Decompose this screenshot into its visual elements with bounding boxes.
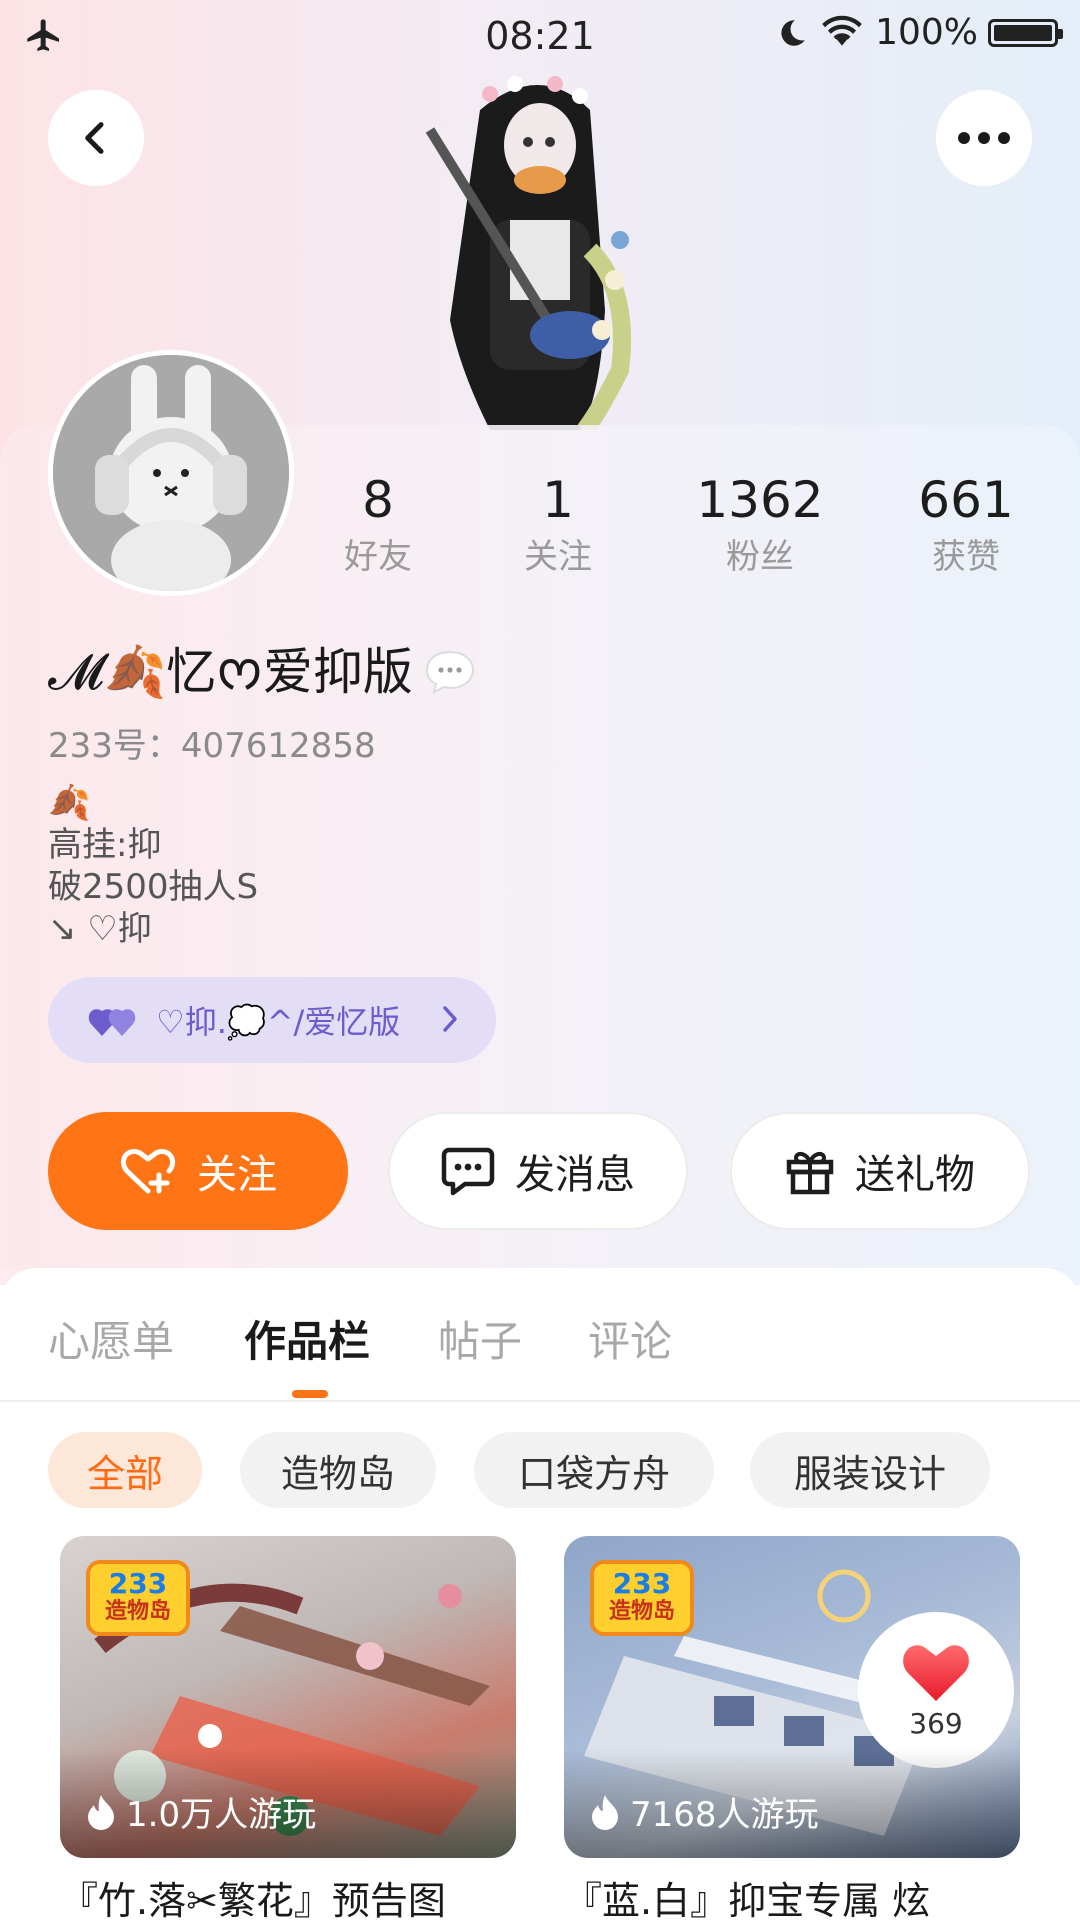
work-title[interactable]: 『蓝.白』抑宝专属 炫 (564, 1870, 1034, 1925)
message-button-label: 发消息 (515, 1152, 635, 1198)
play-count-label: 1.0万人游玩 (126, 1795, 317, 1835)
profile-nickname: 𝓜🍂忆ᰔ爱抑版 (48, 643, 413, 701)
stat-following[interactable]: 1 关注 (468, 470, 648, 580)
flame-icon (88, 1794, 114, 1830)
play-count: 7168人游玩 (590, 1787, 819, 1836)
status-bar: 08:21 100% (0, 0, 1080, 76)
badge-number: 233 (612, 1567, 672, 1600)
follow-button-label: 关注 (197, 1152, 277, 1198)
stat-friends[interactable]: 8 好友 (288, 470, 468, 580)
badge-text: 造物岛 (104, 1599, 171, 1624)
follow-button[interactable]: 关注 (48, 1112, 348, 1230)
profile-tabs: 心愿单 作品栏 帖子 评论 (0, 1268, 1080, 1402)
stat-following-label: 关注 (524, 537, 592, 577)
back-button[interactable] (48, 90, 144, 186)
content-panel: 心愿单 作品栏 帖子 评论 全部 造物岛 口袋方舟 服装设计 233 造物岛 1… (0, 1268, 1080, 1923)
wifi-icon (822, 15, 862, 46)
like-badge[interactable]: 369 (858, 1612, 1014, 1768)
badge-text: 造物岛 (608, 1599, 675, 1624)
zaowudao-badge: 233 造物岛 (86, 1560, 190, 1636)
tab-comments[interactable]: 评论 (588, 1308, 672, 1369)
stat-friends-value: 8 (362, 471, 394, 529)
bio-line: 破2500抽人S (48, 867, 259, 907)
tab-active-indicator (292, 1390, 328, 1398)
tribe-label: ♡抑.💭^/爱忆版 (156, 1003, 401, 1041)
chevron-left-icon (85, 122, 104, 154)
gift-button-label: 送礼物 (855, 1152, 975, 1198)
more-button[interactable] (936, 90, 1032, 186)
stat-fans-value: 1362 (696, 471, 824, 529)
gift-button[interactable]: 送礼物 (730, 1112, 1030, 1230)
chat-icon (441, 1147, 495, 1196)
filter-all[interactable]: 全部 (48, 1432, 202, 1508)
user-id: 233号：407612858 (48, 726, 376, 766)
more-dots-icon (958, 132, 1010, 144)
character-figure-image (425, 76, 631, 430)
bio-line: 🍂 (48, 783, 91, 823)
tab-wishlist[interactable]: 心愿单 (48, 1308, 174, 1369)
zaowudao-badge: 233 造物岛 (590, 1560, 694, 1636)
stat-fans-label: 粉丝 (726, 537, 794, 577)
gift-icon (786, 1151, 834, 1195)
badge-number: 233 (108, 1567, 168, 1600)
tab-posts[interactable]: 帖子 (438, 1308, 522, 1369)
work-title[interactable]: 『竹.落✂繁花』预告图 (60, 1870, 530, 1925)
avatar[interactable] (48, 350, 294, 596)
profile-nickname-row: 𝓜🍂忆ᰔ爱抑版 (48, 632, 477, 712)
work-filters: 全部 造物岛 口袋方舟 服装设计 (0, 1432, 1080, 1512)
work-card[interactable]: 233 造物岛 369 7168人游玩 (564, 1536, 1020, 1858)
avatar-bunny-image (53, 355, 289, 591)
work-card[interactable]: 233 造物岛 1.0万人游玩 (60, 1536, 516, 1858)
bio-line: 高挂:抑 (48, 825, 162, 865)
stat-likes[interactable]: 661 获赞 (876, 470, 1056, 580)
filter-zaowudao[interactable]: 造物岛 (240, 1432, 436, 1508)
profile-bio: 🍂 高挂:抑 破2500抽人S ↘ ♡抑 (48, 782, 258, 950)
filter-pocket-ark[interactable]: 口袋方舟 (474, 1432, 714, 1508)
like-count: 369 (909, 1706, 963, 1740)
stat-likes-label: 获赞 (932, 537, 1000, 577)
double-heart-icon (88, 1009, 136, 1036)
chat-bubble-icon (425, 650, 474, 694)
heart-icon (903, 1644, 969, 1701)
stat-fans[interactable]: 1362 粉丝 (670, 470, 850, 580)
bio-line: ↘ ♡抑 (48, 909, 152, 949)
play-count: 1.0万人游玩 (86, 1787, 316, 1836)
filter-fashion-design[interactable]: 服装设计 (750, 1432, 990, 1508)
stat-following-value: 1 (542, 471, 574, 529)
profile-actions: 关注 发消息 送礼物 (48, 1112, 1032, 1232)
stat-friends-label: 好友 (344, 537, 412, 577)
flame-icon (592, 1794, 618, 1830)
moon-icon (781, 19, 805, 46)
tab-works[interactable]: 作品栏 (244, 1308, 370, 1369)
heart-plus-icon (120, 1149, 176, 1194)
chevron-right-icon (443, 1006, 457, 1032)
battery-icon (988, 18, 1063, 47)
stat-likes-value: 661 (918, 471, 1014, 529)
play-count-label: 7168人游玩 (630, 1795, 819, 1835)
message-button[interactable]: 发消息 (388, 1112, 688, 1230)
battery-percent: 100% (875, 12, 978, 53)
tribe-pill[interactable]: ♡抑.💭^/爱忆版 (48, 977, 496, 1063)
